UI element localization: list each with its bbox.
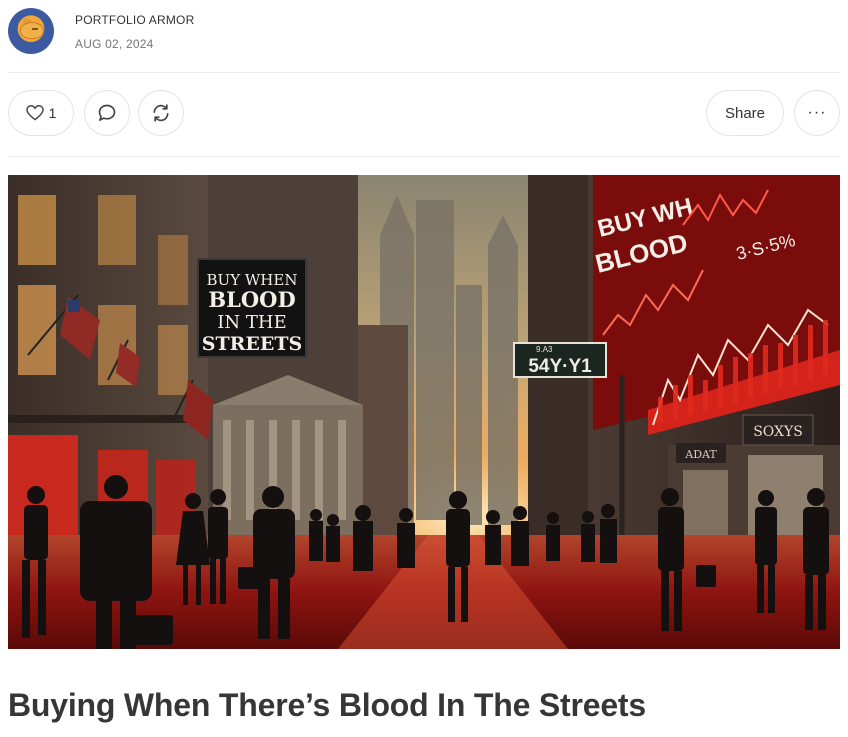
sign-line-4: STREETS <box>202 333 302 355</box>
sign-line-2: BLOOD <box>208 287 295 312</box>
comment-icon <box>98 104 116 121</box>
sign-line-3: IN THE <box>217 312 286 333</box>
hero-illustration: BUY WHEN BLOOD IN THE STREETS BUY WH BLO… <box>8 175 840 649</box>
more-options-button[interactable]: ··· <box>794 90 840 136</box>
buy-when-blood-sign: BUY WHEN BLOOD IN THE STREETS <box>197 258 307 358</box>
share-button[interactable]: Share <box>706 90 784 136</box>
actions-divider <box>8 156 840 157</box>
like-count: 1 <box>48 105 57 121</box>
publication-avatar[interactable] <box>8 8 54 54</box>
post-title[interactable]: Buying When There’s Blood In The Streets <box>8 687 646 724</box>
header-divider <box>8 72 840 73</box>
piggy-bank-icon <box>20 22 44 39</box>
restack-button[interactable] <box>138 90 184 136</box>
store-sign: SOXYS <box>753 424 803 440</box>
heart-icon <box>25 105 44 121</box>
street-sign-text: 54Y·Y1 <box>528 356 592 377</box>
comment-button[interactable] <box>84 90 130 136</box>
storefront-sign: ADAT <box>684 448 717 461</box>
publisher-name[interactable]: PORTFOLIO ARMOR <box>75 13 194 27</box>
post-date: AUG 02, 2024 <box>75 37 154 51</box>
like-button[interactable]: 1 <box>8 90 74 136</box>
restack-icon <box>153 104 169 122</box>
street-sign-small: 9.A3 <box>536 345 553 354</box>
post-header: PORTFOLIO ARMOR AUG 02, 2024 <box>0 0 848 70</box>
post-actions-bar: 1 Share ··· <box>0 90 848 140</box>
coin-slot <box>32 28 38 30</box>
hero-image: BUY WHEN BLOOD IN THE STREETS BUY WH BLO… <box>8 175 840 649</box>
